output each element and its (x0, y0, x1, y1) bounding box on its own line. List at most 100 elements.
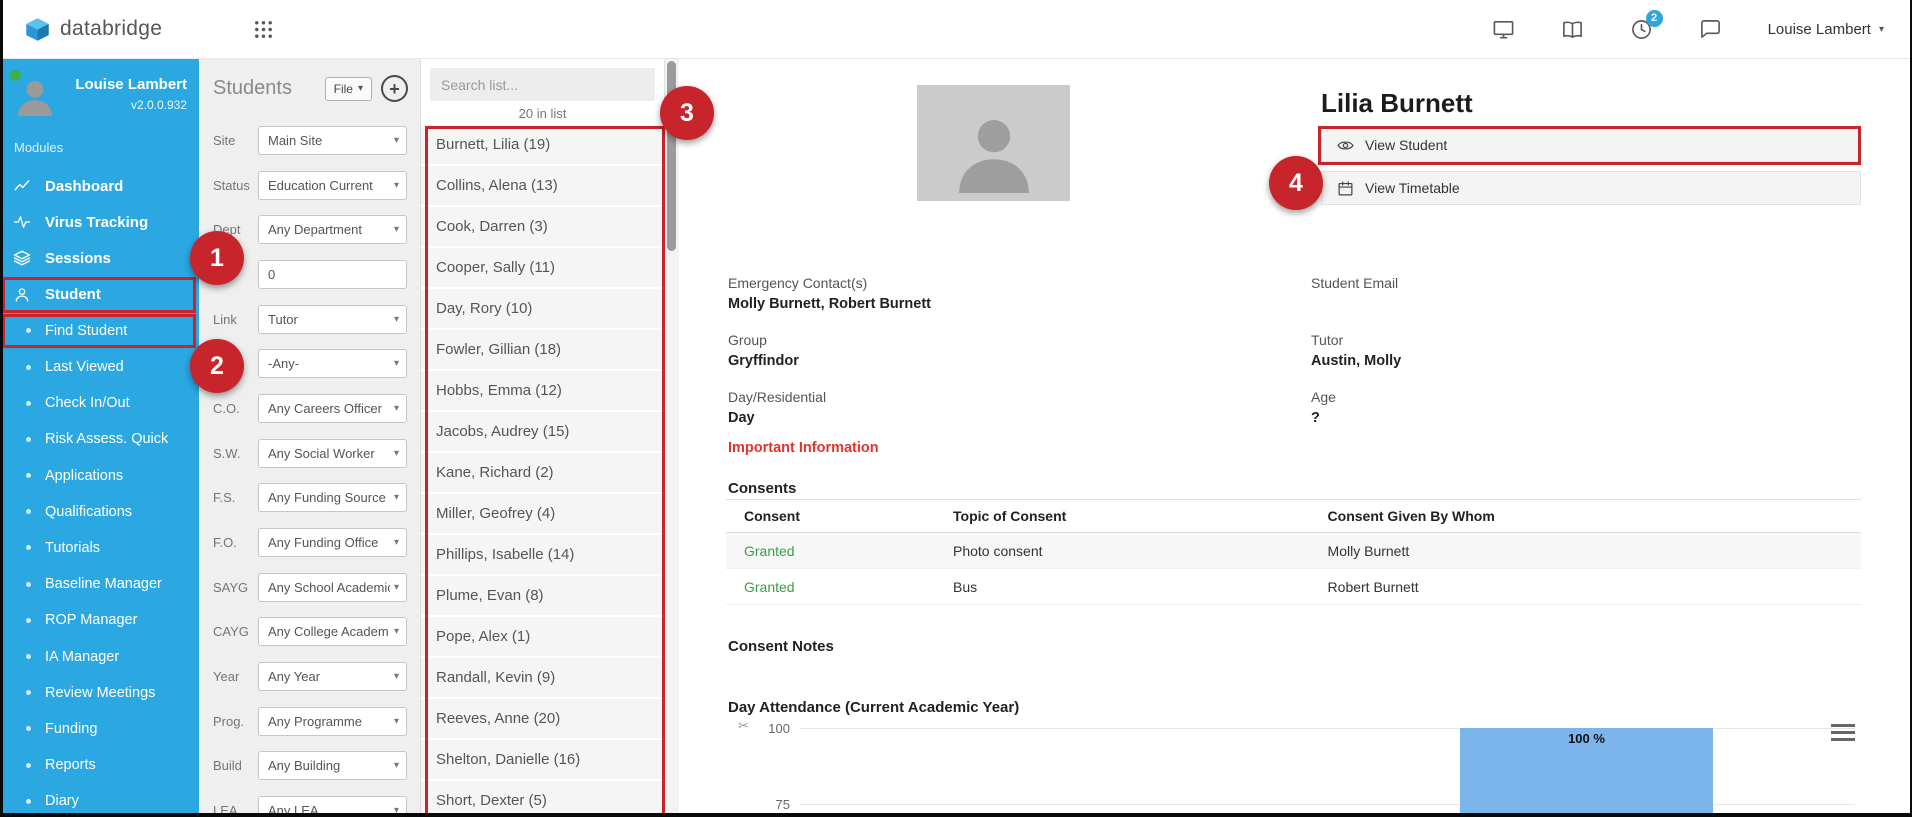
important-information-link[interactable]: Important Information (728, 440, 879, 456)
filter-careers-officer-select[interactable]: Any Careers Officer ▾ (258, 393, 407, 423)
filter-link-value-select[interactable]: -Any- ▾ (258, 349, 407, 379)
layers-icon (13, 249, 39, 267)
sidebar-item-virus-tracking[interactable]: Virus Tracking (0, 204, 199, 240)
view-student-button[interactable]: View Student (1321, 128, 1861, 162)
clock-icon[interactable]: 2 (1630, 9, 1663, 41)
chevron-down-icon: ▾ (393, 760, 399, 772)
sidebar-item-find-student[interactable]: Find Student (0, 313, 199, 349)
search-input[interactable] (430, 68, 655, 101)
bullet-icon (13, 654, 39, 660)
list-item[interactable]: Jacobs, Audrey (15) (421, 412, 664, 453)
list-item[interactable]: Collins, Alena (13) (421, 166, 664, 207)
list-scrollbar[interactable] (664, 59, 679, 817)
filter-year-select[interactable]: Any Year ▾ (258, 662, 407, 692)
chevron-down-icon: ▾ (393, 179, 399, 191)
filter-row-funding-office: F.O. Any Funding Office ▾ (199, 520, 420, 565)
sidebar-item-baseline-manager[interactable]: Baseline Manager (0, 566, 199, 602)
sidebar-profile: Louise Lambert v2.0.0.932 (0, 59, 199, 118)
filter-funding-source-select[interactable]: Any Funding Source ▾ (258, 483, 407, 513)
user-menu[interactable]: Louise Lambert ▾ (1768, 21, 1884, 38)
bullet-icon (13, 762, 39, 768)
sidebar-item-qualifications[interactable]: Qualifications (0, 494, 199, 530)
annotation-step-4: 4 (1269, 156, 1323, 210)
sidebar-item-student[interactable]: Student (0, 277, 199, 313)
sidebar-item-tutorials[interactable]: Tutorials (0, 530, 199, 566)
field-day-residential: Day/Residential Day (728, 389, 827, 426)
filter-label: CAYG (213, 624, 249, 640)
list-item[interactable]: Kane, Richard (2) (421, 453, 664, 494)
sidebar-item-funding[interactable]: Funding (0, 711, 199, 747)
filter-cayg-select[interactable]: Any College Academ ▾ (258, 617, 407, 647)
list-item[interactable]: Burnett, Lilia (19) (421, 125, 664, 166)
chevron-down-icon: ▾ (393, 715, 399, 727)
list-item[interactable]: Miller, Geofrey (4) (421, 494, 664, 535)
filter-row-programme: Prog. Any Programme ▾ (199, 699, 420, 744)
sidebar-item-check-in-out[interactable]: Check In/Out (0, 385, 199, 421)
sidebar-item-label: Qualifications (45, 503, 133, 520)
filter-social-worker-select[interactable]: Any Social Worker ▾ (258, 438, 407, 468)
app-window: databridge 2 Louise Lambert ▾ Louise Lam… (0, 0, 1912, 817)
filter-funding-office-select[interactable]: Any Funding Office ▾ (258, 528, 407, 558)
filter-site-select[interactable]: Main Site ▾ (258, 125, 407, 155)
sidebar-item-reports[interactable]: Reports (0, 747, 199, 783)
sidebar-item-risk-assess-quick[interactable]: Risk Assess. Quick (0, 421, 199, 457)
filter-row-site: Site Main Site ▾ (199, 118, 420, 163)
filter-status-select[interactable]: Education Current ▾ (258, 170, 407, 200)
chart-context-menu-icon[interactable] (1831, 724, 1855, 741)
filter-label: SAYG (213, 579, 249, 595)
students-filter-panel: Students File ▾ + Site Main Site ▾ Status… (199, 59, 421, 817)
sidebar-item-sessions[interactable]: Sessions (0, 240, 199, 276)
handbook-icon[interactable] (1561, 18, 1584, 41)
list-item[interactable]: Phillips, Isabelle (14) (421, 535, 664, 576)
sidebar-item-label: Applications (45, 467, 124, 484)
filter-programme-select[interactable]: Any Programme ▾ (258, 706, 407, 736)
monitor-icon[interactable] (1492, 18, 1515, 41)
filter-row-cayg: CAYG Any College Academ ▾ (199, 610, 420, 655)
filter-row-link: Link Tutor ▾ (199, 297, 420, 342)
list-item[interactable]: Reeves, Anne (20) (421, 699, 664, 740)
attendance-chart: ✂ 100 75 100 % (728, 717, 1861, 817)
filter-label: Year (213, 669, 240, 685)
sidebar-item-label: Risk Assess. Quick (45, 431, 169, 448)
sidebar-item-ia-manager[interactable]: IA Manager (0, 638, 199, 674)
list-item[interactable]: Short, Dexter (5) (421, 781, 664, 817)
sidebar-item-diary[interactable]: Diary (0, 783, 199, 817)
chevron-down-icon: ▾ (393, 581, 399, 593)
filter-building-select[interactable]: Any Building ▾ (258, 751, 407, 781)
view-timetable-button[interactable]: View Timetable (1321, 171, 1861, 205)
list-item[interactable]: Cooper, Sally (11) (421, 248, 664, 289)
file-menu-button[interactable]: File ▾ (324, 76, 372, 101)
list-item[interactable]: Cook, Darren (3) (421, 207, 664, 248)
list-item[interactable]: Day, Rory (10) (421, 289, 664, 330)
list-item[interactable]: Fowler, Gillian (18) (421, 330, 664, 371)
chevron-down-icon: ▾ (393, 358, 399, 370)
filter-sayg-select[interactable]: Any School Academic ▾ (258, 572, 407, 602)
sidebar-item-label: Baseline Manager (45, 576, 162, 593)
list-item[interactable]: Pope, Alex (1) (421, 617, 664, 658)
sidebar-item-label: Find Student (45, 322, 128, 339)
sidebar-item-applications[interactable]: Applications (0, 458, 199, 494)
apps-grid-icon[interactable] (252, 18, 275, 41)
list-item[interactable]: Shelton, Danielle (16) (421, 740, 664, 781)
sidebar-item-review-meetings[interactable]: Review Meetings (0, 675, 199, 711)
sidebar-item-label: Reports (45, 757, 96, 774)
sidebar: Louise Lambert v2.0.0.932 Modules Dashbo… (0, 59, 199, 817)
bullet-icon (13, 581, 39, 587)
add-student-button[interactable]: + (381, 75, 408, 102)
filter-number-input[interactable] (258, 259, 407, 289)
chat-icon[interactable] (1699, 18, 1722, 41)
list-item[interactable]: Plume, Evan (8) (421, 576, 664, 617)
sidebar-item-dashboard[interactable]: Dashboard (0, 168, 199, 204)
view-student-label: View Student (1365, 137, 1448, 153)
list-item[interactable]: Hobbs, Emma (12) (421, 371, 664, 412)
filter-link-select[interactable]: Tutor ▾ (258, 304, 407, 334)
avatar (10, 70, 58, 118)
chevron-down-icon: ▾ (393, 492, 399, 504)
table-row: Granted Photo consent Molly Burnett (726, 533, 1861, 569)
sidebar-item-last-viewed[interactable]: Last Viewed (0, 349, 199, 385)
sidebar-item-rop-manager[interactable]: ROP Manager (0, 602, 199, 638)
filter-dept-select[interactable]: Any Department ▾ (258, 215, 407, 245)
annotation-step-3: 3 (660, 86, 714, 140)
field-emergency-contacts: Emergency Contact(s) Molly Burnett, Robe… (728, 275, 931, 312)
list-item[interactable]: Randall, Kevin (9) (421, 658, 664, 699)
